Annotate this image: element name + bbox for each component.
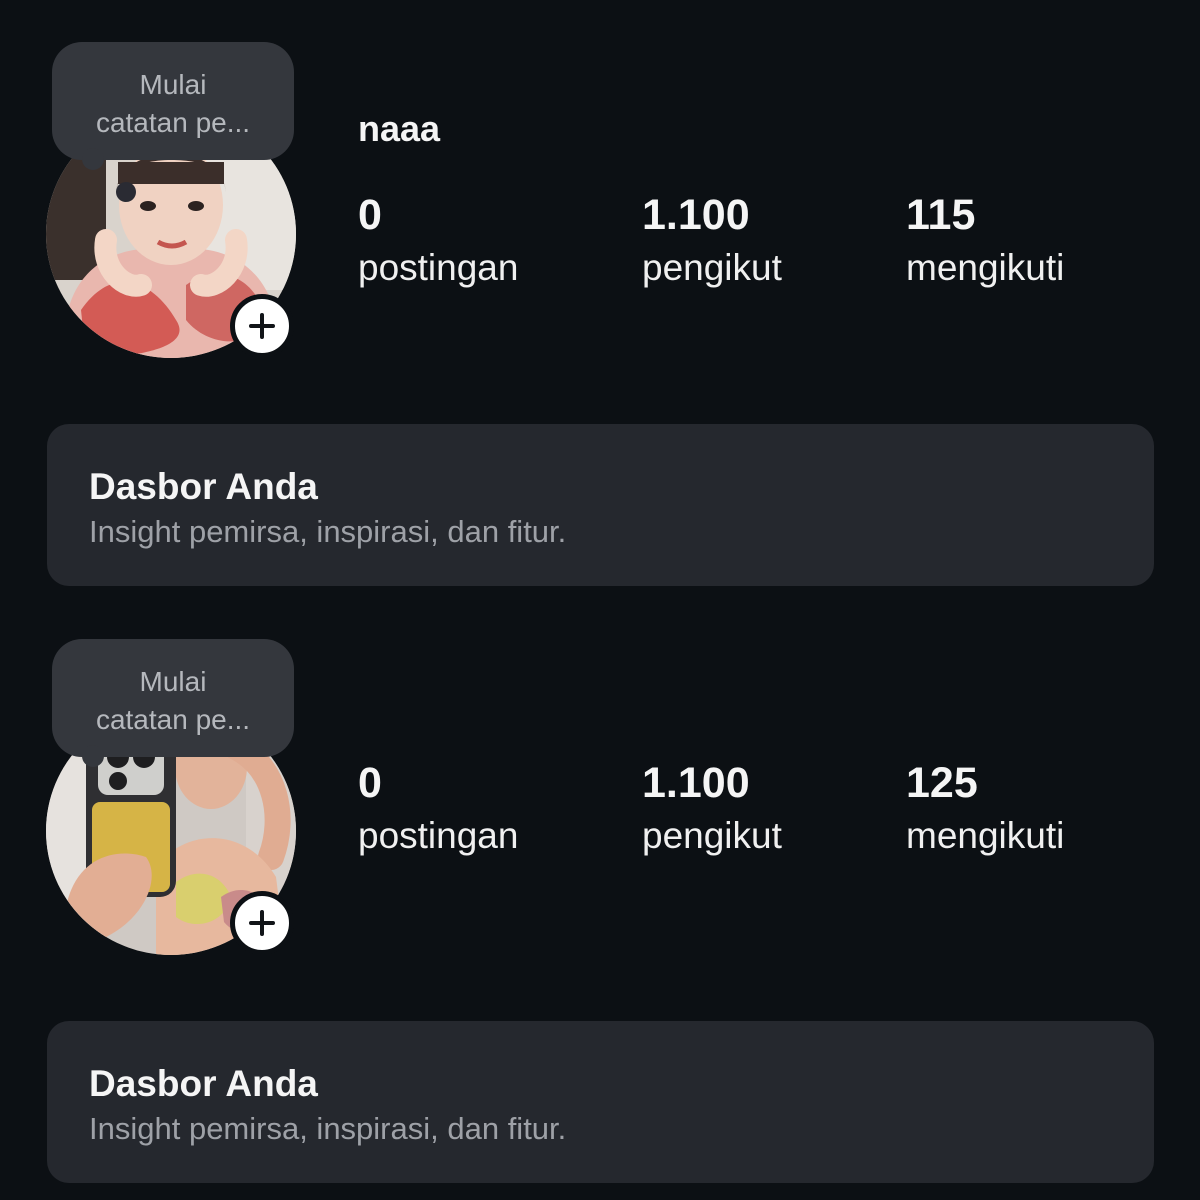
followers-count[interactable]: 1.100 pengikut bbox=[642, 190, 782, 296]
posts-count[interactable]: 0 postingan bbox=[358, 758, 518, 864]
posts-count[interactable]: 0 postingan bbox=[358, 190, 518, 296]
dashboard-subtitle: Insight pemirsa, inspirasi, dan fitur. bbox=[89, 514, 567, 549]
note-line-1: Mulai bbox=[139, 666, 207, 697]
followers-count[interactable]: 1.100 pengikut bbox=[642, 758, 782, 864]
note-line-2: catatan pe... bbox=[95, 107, 251, 138]
followers-label: pengikut bbox=[642, 815, 782, 856]
following-label: mengikuti bbox=[906, 247, 1065, 288]
posts-label: postingan bbox=[358, 815, 519, 856]
note-line-1: Mulai bbox=[139, 69, 207, 100]
username: naaa bbox=[358, 108, 441, 149]
posts-value: 0 bbox=[358, 191, 382, 239]
plus-icon bbox=[249, 910, 275, 936]
dashboard-card[interactable]: Dasbor Anda Insight pemirsa, inspirasi, … bbox=[47, 424, 1154, 586]
dashboard-title: Dasbor Anda bbox=[89, 466, 318, 507]
following-count[interactable]: 115 mengikuti bbox=[906, 190, 1064, 296]
plus-icon bbox=[249, 313, 275, 339]
following-count[interactable]: 125 mengikuti bbox=[906, 758, 1064, 864]
dashboard-card[interactable]: Dasbor Anda Insight pemirsa, inspirasi, … bbox=[47, 1021, 1154, 1183]
add-story-button[interactable] bbox=[230, 294, 294, 358]
following-label: mengikuti bbox=[906, 815, 1065, 856]
profile-screen: Mulai catatan pe... naaa 0 postingan 1.1… bbox=[0, 0, 1200, 1200]
followers-value: 1.100 bbox=[642, 191, 750, 239]
dashboard-title: Dasbor Anda bbox=[89, 1063, 318, 1104]
followers-value: 1.100 bbox=[642, 759, 750, 807]
posts-label: postingan bbox=[358, 247, 519, 288]
note-bubble-tail bbox=[82, 745, 104, 767]
profile-header-1: Mulai catatan pe... naaa 0 postingan 1.1… bbox=[0, 0, 1200, 597]
note-bubble-tail bbox=[82, 148, 104, 170]
following-value: 125 bbox=[906, 759, 978, 807]
profile-header-2: Mulai catatan pe... 0 postingan 1.100 pe… bbox=[0, 597, 1200, 1194]
note-line-2: catatan pe... bbox=[95, 704, 251, 735]
dashboard-subtitle: Insight pemirsa, inspirasi, dan fitur. bbox=[89, 1111, 567, 1146]
posts-value: 0 bbox=[358, 759, 382, 807]
followers-label: pengikut bbox=[642, 247, 782, 288]
note-bubble[interactable]: Mulai catatan pe... bbox=[52, 639, 294, 757]
add-story-button[interactable] bbox=[230, 891, 294, 955]
note-bubble[interactable]: Mulai catatan pe... bbox=[52, 42, 294, 160]
following-value: 115 bbox=[906, 191, 976, 239]
